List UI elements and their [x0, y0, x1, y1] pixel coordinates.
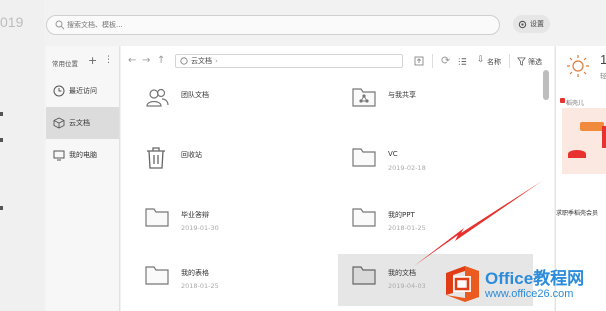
red-arrow-shape	[414, 181, 542, 266]
watermark: Office教程网 www.office26.com	[440, 262, 606, 311]
watermark-url: www.office26.com	[485, 288, 574, 300]
watermark-title: Office教程网	[485, 269, 585, 288]
office-logo-icon	[446, 266, 479, 302]
